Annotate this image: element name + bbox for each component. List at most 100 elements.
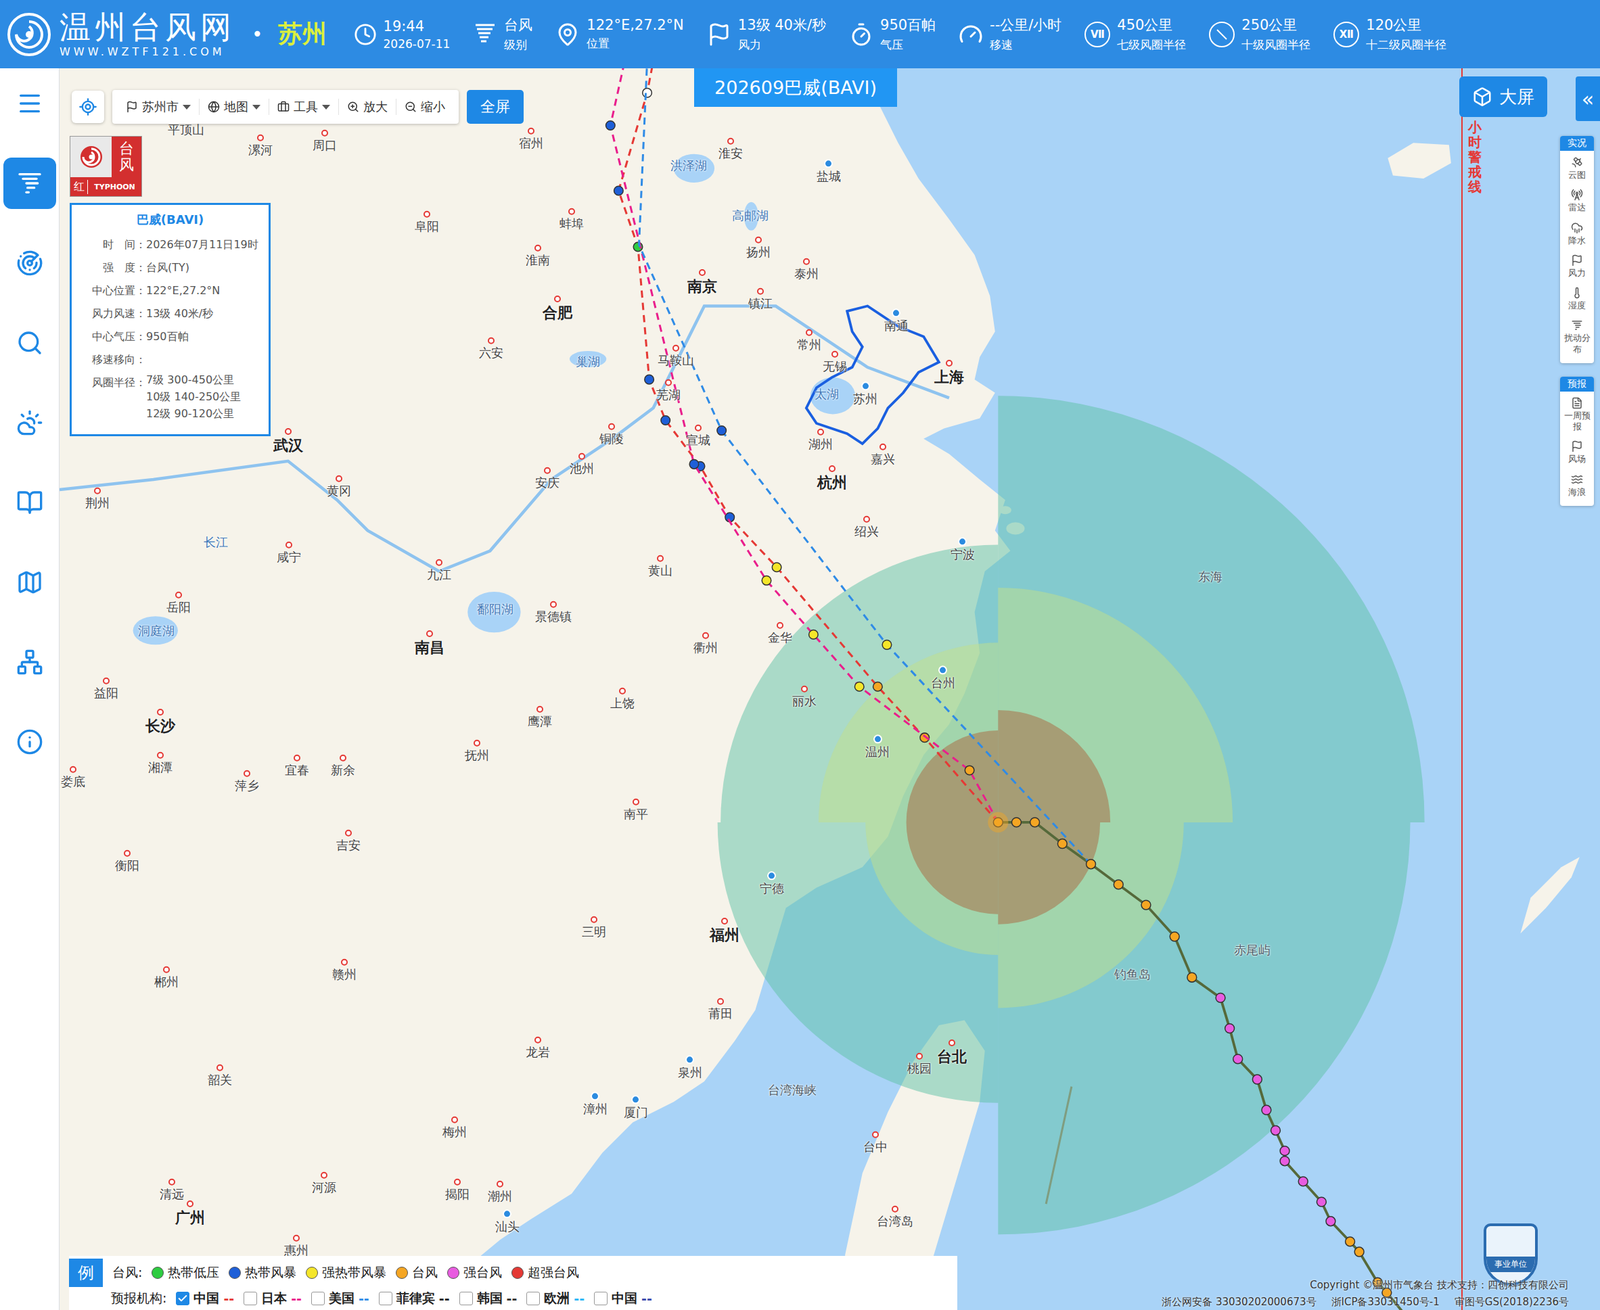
map-label: 洞庭湖: [138, 623, 175, 640]
tool-item[interactable]: 放大: [338, 98, 397, 116]
agency-checkbox[interactable]: 日本--: [243, 1290, 302, 1308]
city-dot: [156, 752, 164, 760]
agency-checkbox[interactable]: 菲律宾--: [378, 1290, 450, 1308]
tool-item[interactable]: 苏州市: [117, 98, 200, 116]
side-tool[interactable]: 云图: [1564, 150, 1591, 184]
badge-sub: TYPHOON: [87, 182, 142, 192]
search-icon: [16, 329, 44, 357]
site-url: WWW.WZTF121.COM: [59, 46, 236, 58]
agency-checkbox[interactable]: 美国--: [311, 1290, 370, 1308]
track-point[interactable]: [1030, 817, 1040, 828]
city-dot: [619, 688, 626, 695]
city-dot: [957, 537, 967, 546]
stat-item: Ⅻ120公里十二级风圈半径: [1333, 15, 1447, 53]
city-dot: [568, 208, 576, 216]
tool-icon: [125, 100, 139, 113]
side-tool[interactable]: 海浪: [1564, 468, 1591, 501]
track-point[interactable]: [1141, 900, 1151, 910]
track-point[interactable]: [1169, 932, 1180, 942]
sidebar-item[interactable]: [3, 716, 57, 768]
track-point[interactable]: [1316, 1197, 1327, 1207]
track-point[interactable]: [1057, 839, 1067, 850]
cube-icon: [1472, 86, 1493, 107]
sidebar-item[interactable]: [3, 317, 57, 369]
stat-text: 122°E,27.2°N位置: [586, 16, 684, 52]
track-point[interactable]: [1354, 1247, 1364, 1257]
sidebar-item[interactable]: [3, 476, 57, 529]
map-label: 蚌埠: [559, 208, 584, 233]
track-point[interactable]: [1225, 1024, 1235, 1034]
current-position[interactable]: [987, 812, 1009, 833]
track-point[interactable]: [1271, 1126, 1281, 1136]
side-tool[interactable]: 湿度: [1564, 281, 1591, 314]
tool-item[interactable]: 缩小: [396, 98, 454, 116]
map[interactable]: 平顶山漯河周口宿州淮安盐城洪泽湖阜阳蚌埠高邮湖扬州淮南泰州南京镇江合肥南通常州六…: [59, 68, 1600, 1310]
sidebar-item[interactable]: [3, 636, 57, 689]
agency-checkbox[interactable]: 中国--: [593, 1290, 653, 1308]
map-label: 太湖: [814, 386, 839, 403]
track-point[interactable]: [1261, 1105, 1272, 1115]
tool-item[interactable]: 工具: [269, 98, 339, 116]
sidebar-item[interactable]: [3, 556, 57, 609]
radius-ring-icon: [1208, 21, 1235, 48]
stat-label: 级别: [504, 37, 533, 53]
typhoon-title: 202609巴威(BAVI): [694, 68, 898, 107]
sidebar-item[interactable]: [3, 237, 57, 289]
locate-button[interactable]: [71, 90, 105, 124]
track-point[interactable]: [1280, 1146, 1290, 1157]
stat-text: --公里/小时移速: [989, 15, 1062, 53]
sidebar-item[interactable]: [3, 397, 57, 449]
sidebar-item[interactable]: [3, 77, 57, 130]
track-point[interactable]: [1252, 1075, 1262, 1085]
track-point[interactable]: [1187, 972, 1197, 983]
map-label: 梅州: [442, 1116, 467, 1140]
track-point[interactable]: [1233, 1054, 1243, 1065]
big-screen-button[interactable]: 大屏: [1459, 76, 1548, 118]
track-point[interactable]: [1298, 1177, 1308, 1187]
map-label: 清远: [159, 1178, 185, 1203]
side-tool[interactable]: 一周预报: [1564, 391, 1591, 436]
side-tool[interactable]: 雷达: [1564, 183, 1591, 216]
sidebar-item[interactable]: [3, 157, 57, 210]
map-label: 揭阳: [445, 1178, 470, 1203]
side-tool[interactable]: 扰动分布: [1564, 313, 1591, 358]
tool-icon: [1570, 221, 1584, 235]
map-canvas[interactable]: [59, 68, 1600, 1310]
collapse-button[interactable]: «: [1575, 76, 1600, 122]
map-label: 台中: [863, 1131, 888, 1156]
stat-label: 移速: [989, 37, 1062, 53]
track-point[interactable]: [1215, 993, 1226, 1003]
tool-item[interactable]: 地图: [199, 98, 270, 116]
agency-checkbox[interactable]: 韩国--: [459, 1290, 518, 1308]
brand[interactable]: 温州台风网WWW.WZTF121.COM•苏州: [6, 11, 327, 58]
city-dot: [340, 959, 348, 967]
map-label: 淮南: [525, 244, 551, 269]
map-label: 潮州: [487, 1180, 513, 1205]
city-dot: [216, 1064, 224, 1071]
side-tool[interactable]: 风场: [1564, 435, 1591, 468]
agency-checkbox[interactable]: 中国--: [175, 1290, 235, 1308]
map-label: 扬州: [746, 236, 771, 261]
side-tool[interactable]: 降水: [1564, 216, 1591, 249]
network-icon: [16, 648, 44, 676]
track-point[interactable]: [1326, 1217, 1336, 1227]
fullscreen-button[interactable]: 全屏: [466, 89, 524, 124]
map-label: 镇江: [748, 287, 773, 312]
tool-icon: [1570, 286, 1584, 300]
track-point[interactable]: [1280, 1156, 1290, 1167]
track-point[interactable]: [1012, 817, 1022, 828]
agency-checkbox[interactable]: 欧洲--: [526, 1290, 585, 1308]
track-point[interactable]: [1113, 880, 1124, 890]
city-dot: [536, 706, 544, 714]
side-tool[interactable]: 风力: [1564, 248, 1591, 282]
clock-icon: [353, 23, 377, 47]
map-label: 泉州: [677, 1055, 703, 1082]
track-point[interactable]: [1345, 1237, 1356, 1247]
tool-icon: [277, 100, 290, 113]
map-label: 岳阳: [166, 591, 191, 616]
track-point[interactable]: [1086, 859, 1096, 870]
stat-text: 13级 40米/秒风力: [738, 15, 827, 53]
region-icon: [16, 568, 44, 597]
warning-badge[interactable]: 台风红TYPHOON: [69, 135, 143, 197]
legend-badge[interactable]: 例: [69, 1259, 103, 1288]
